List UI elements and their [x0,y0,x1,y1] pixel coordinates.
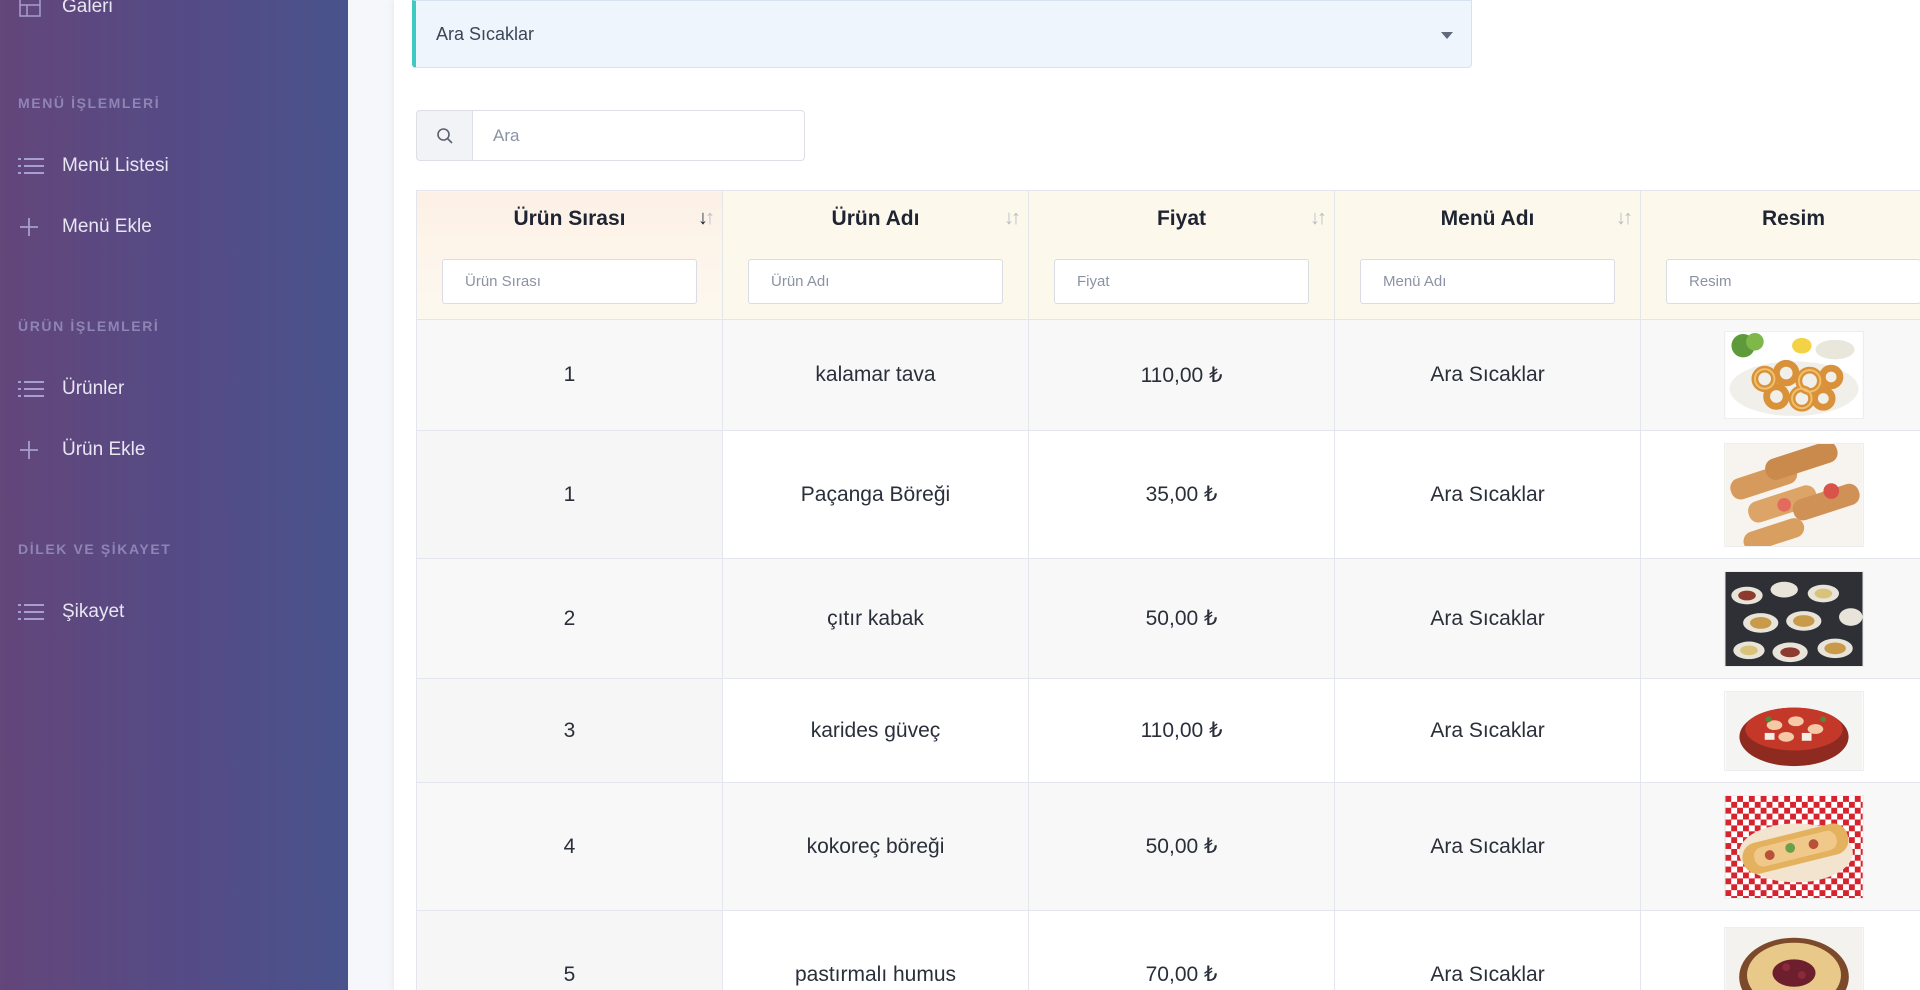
cell-menu: Ara Sıcaklar [1334,782,1641,911]
cell-price: 50,00 ₺ [1028,782,1335,911]
sidebar-item-label: Ürünler [62,378,125,399]
table-row[interactable]: 3 karides güveç 110,00 ₺ Ara Sıcaklar [416,678,1920,783]
search-bar [416,110,805,161]
cell-price: 110,00 ₺ [1028,319,1335,431]
filter-input-menu[interactable] [1360,259,1615,304]
list-icon [18,154,46,178]
table-row[interactable]: 1 kalamar tava 110,00 ₺ Ara Sıcaklar [416,319,1920,431]
sort-icon[interactable]: ↓↑ [1616,207,1633,230]
sidebar-item-menu-list[interactable]: Menü Listesi [18,151,169,181]
cell-name: pastırmalı humus [722,910,1029,990]
column-header-price[interactable]: Fiyat ↓↑ [1028,190,1335,320]
cell-name: karides güveç [722,678,1029,783]
products-table-wrapper: Ürün Sırası ↓↑ Ürün Adı ↓↑ Fiyat ↓ [416,190,1920,990]
table-row[interactable]: 5 pastırmalı humus 70,00 ₺ Ara Sıcaklar [416,910,1920,990]
cell-menu: Ara Sıcaklar [1334,678,1641,783]
cell-menu: Ara Sıcaklar [1334,319,1641,431]
table-row[interactable]: 1 Paçanga Böreği 35,00 ₺ Ara Sıcaklar [416,430,1920,559]
product-image-wrap-on-checkered-cloth[interactable] [1723,794,1864,899]
cell-name: kalamar tava [722,319,1029,431]
cell-order: 1 [416,319,723,431]
column-header-menu[interactable]: Menü Adı ↓↑ [1334,190,1641,320]
cell-price: 35,00 ₺ [1028,430,1335,559]
column-header-order[interactable]: Ürün Sırası ↓↑ [416,190,723,320]
cell-image [1640,678,1920,783]
sidebar-item-label: Menü Listesi [62,155,169,176]
cell-image [1640,430,1920,559]
sort-icon[interactable]: ↓↑ [1310,207,1327,230]
filter-input-image[interactable] [1666,259,1920,304]
sidebar-item-complaint[interactable]: Şikayet [18,597,124,627]
cell-name: Paçanga Böreği [722,430,1029,559]
cell-image [1640,782,1920,911]
sidebar-item-gallery[interactable]: Galeri [18,0,113,22]
sidebar-section-product-ops: ÜRÜN İŞLEMLERİ [18,318,160,334]
plus-icon [18,215,46,239]
cell-image [1640,910,1920,990]
filter-input-order[interactable] [442,259,697,304]
filter-input-name[interactable] [748,259,1003,304]
sort-icon[interactable]: ↓↑ [1004,207,1021,230]
cell-price: 50,00 ₺ [1028,558,1335,679]
sidebar-item-label: Menü Ekle [62,216,152,237]
list-icon [18,600,46,624]
column-title: Resim [1761,207,1826,230]
cell-image [1640,319,1920,431]
cell-price: 110,00 ₺ [1028,678,1335,783]
gallery-icon [18,0,46,19]
filter-input-price[interactable] [1054,259,1309,304]
sidebar-item-products[interactable]: Ürünler [18,374,124,404]
search-input[interactable] [472,110,805,161]
column-title: Ürün Adı [831,207,920,230]
menu-select-value: Ara Sıcaklar [436,23,535,44]
cell-order: 1 [416,430,723,559]
sidebar-item-label: Ürün Ekle [62,439,146,460]
cell-name: kokoreç böreği [722,782,1029,911]
product-image-mezze-table[interactable] [1723,570,1864,667]
table-row[interactable]: 4 kokoreç böreği 50,00 ₺ Ara Sıcaklar [416,782,1920,911]
table-header-row: Ürün Sırası ↓↑ Ürün Adı ↓↑ Fiyat ↓ [416,190,1920,320]
sidebar-section-complaints: DİLEK VE ŞİKAYET [18,541,172,557]
table-row[interactable]: 2 çıtır kabak 50,00 ₺ Ara Sıcaklar [416,558,1920,679]
product-image-shrimp-casserole[interactable] [1723,690,1864,771]
cell-menu: Ara Sıcaklar [1334,558,1641,679]
cell-order: 2 [416,558,723,679]
cell-image [1640,558,1920,679]
sidebar-section-menu-ops: MENÜ İŞLEMLERİ [18,95,161,111]
column-title: Ürün Sırası [513,207,626,230]
sort-icon[interactable]: ↓↑ [698,207,715,230]
product-image-pacanga-borek[interactable] [1723,442,1864,547]
cell-order: 4 [416,782,723,911]
caret-down-icon [1441,32,1453,39]
cell-order: 3 [416,678,723,783]
products-table: Ürün Sırası ↓↑ Ürün Adı ↓↑ Fiyat ↓ [416,190,1920,990]
sidebar-item-product-add[interactable]: Ürün Ekle [18,435,145,465]
plus-icon [18,438,46,462]
sidebar-item-label: Şikayet [62,601,125,622]
list-icon [18,377,46,401]
cell-menu: Ara Sıcaklar [1334,910,1641,990]
cell-price: 70,00 ₺ [1028,910,1335,990]
column-title: Fiyat [1156,207,1206,230]
column-header-image[interactable]: Resim ↓↑ [1640,190,1920,320]
sidebar-item-label: Galeri [62,0,113,17]
sidebar-item-menu-add[interactable]: Menü Ekle [18,212,152,242]
sidebar: Galeri MENÜ İŞLEMLERİ Menü Listesi Menü … [0,0,348,990]
search-icon [416,110,472,161]
menu-select[interactable]: Ara Sıcaklar [412,0,1472,68]
product-image-fried-calamari[interactable] [1723,331,1864,419]
cell-order: 5 [416,910,723,990]
cell-name: çıtır kabak [722,558,1029,679]
product-image-hummus-bowl[interactable] [1723,926,1864,990]
column-header-name[interactable]: Ürün Adı ↓↑ [722,190,1029,320]
cell-menu: Ara Sıcaklar [1334,430,1641,559]
column-title: Menü Adı [1440,207,1535,230]
